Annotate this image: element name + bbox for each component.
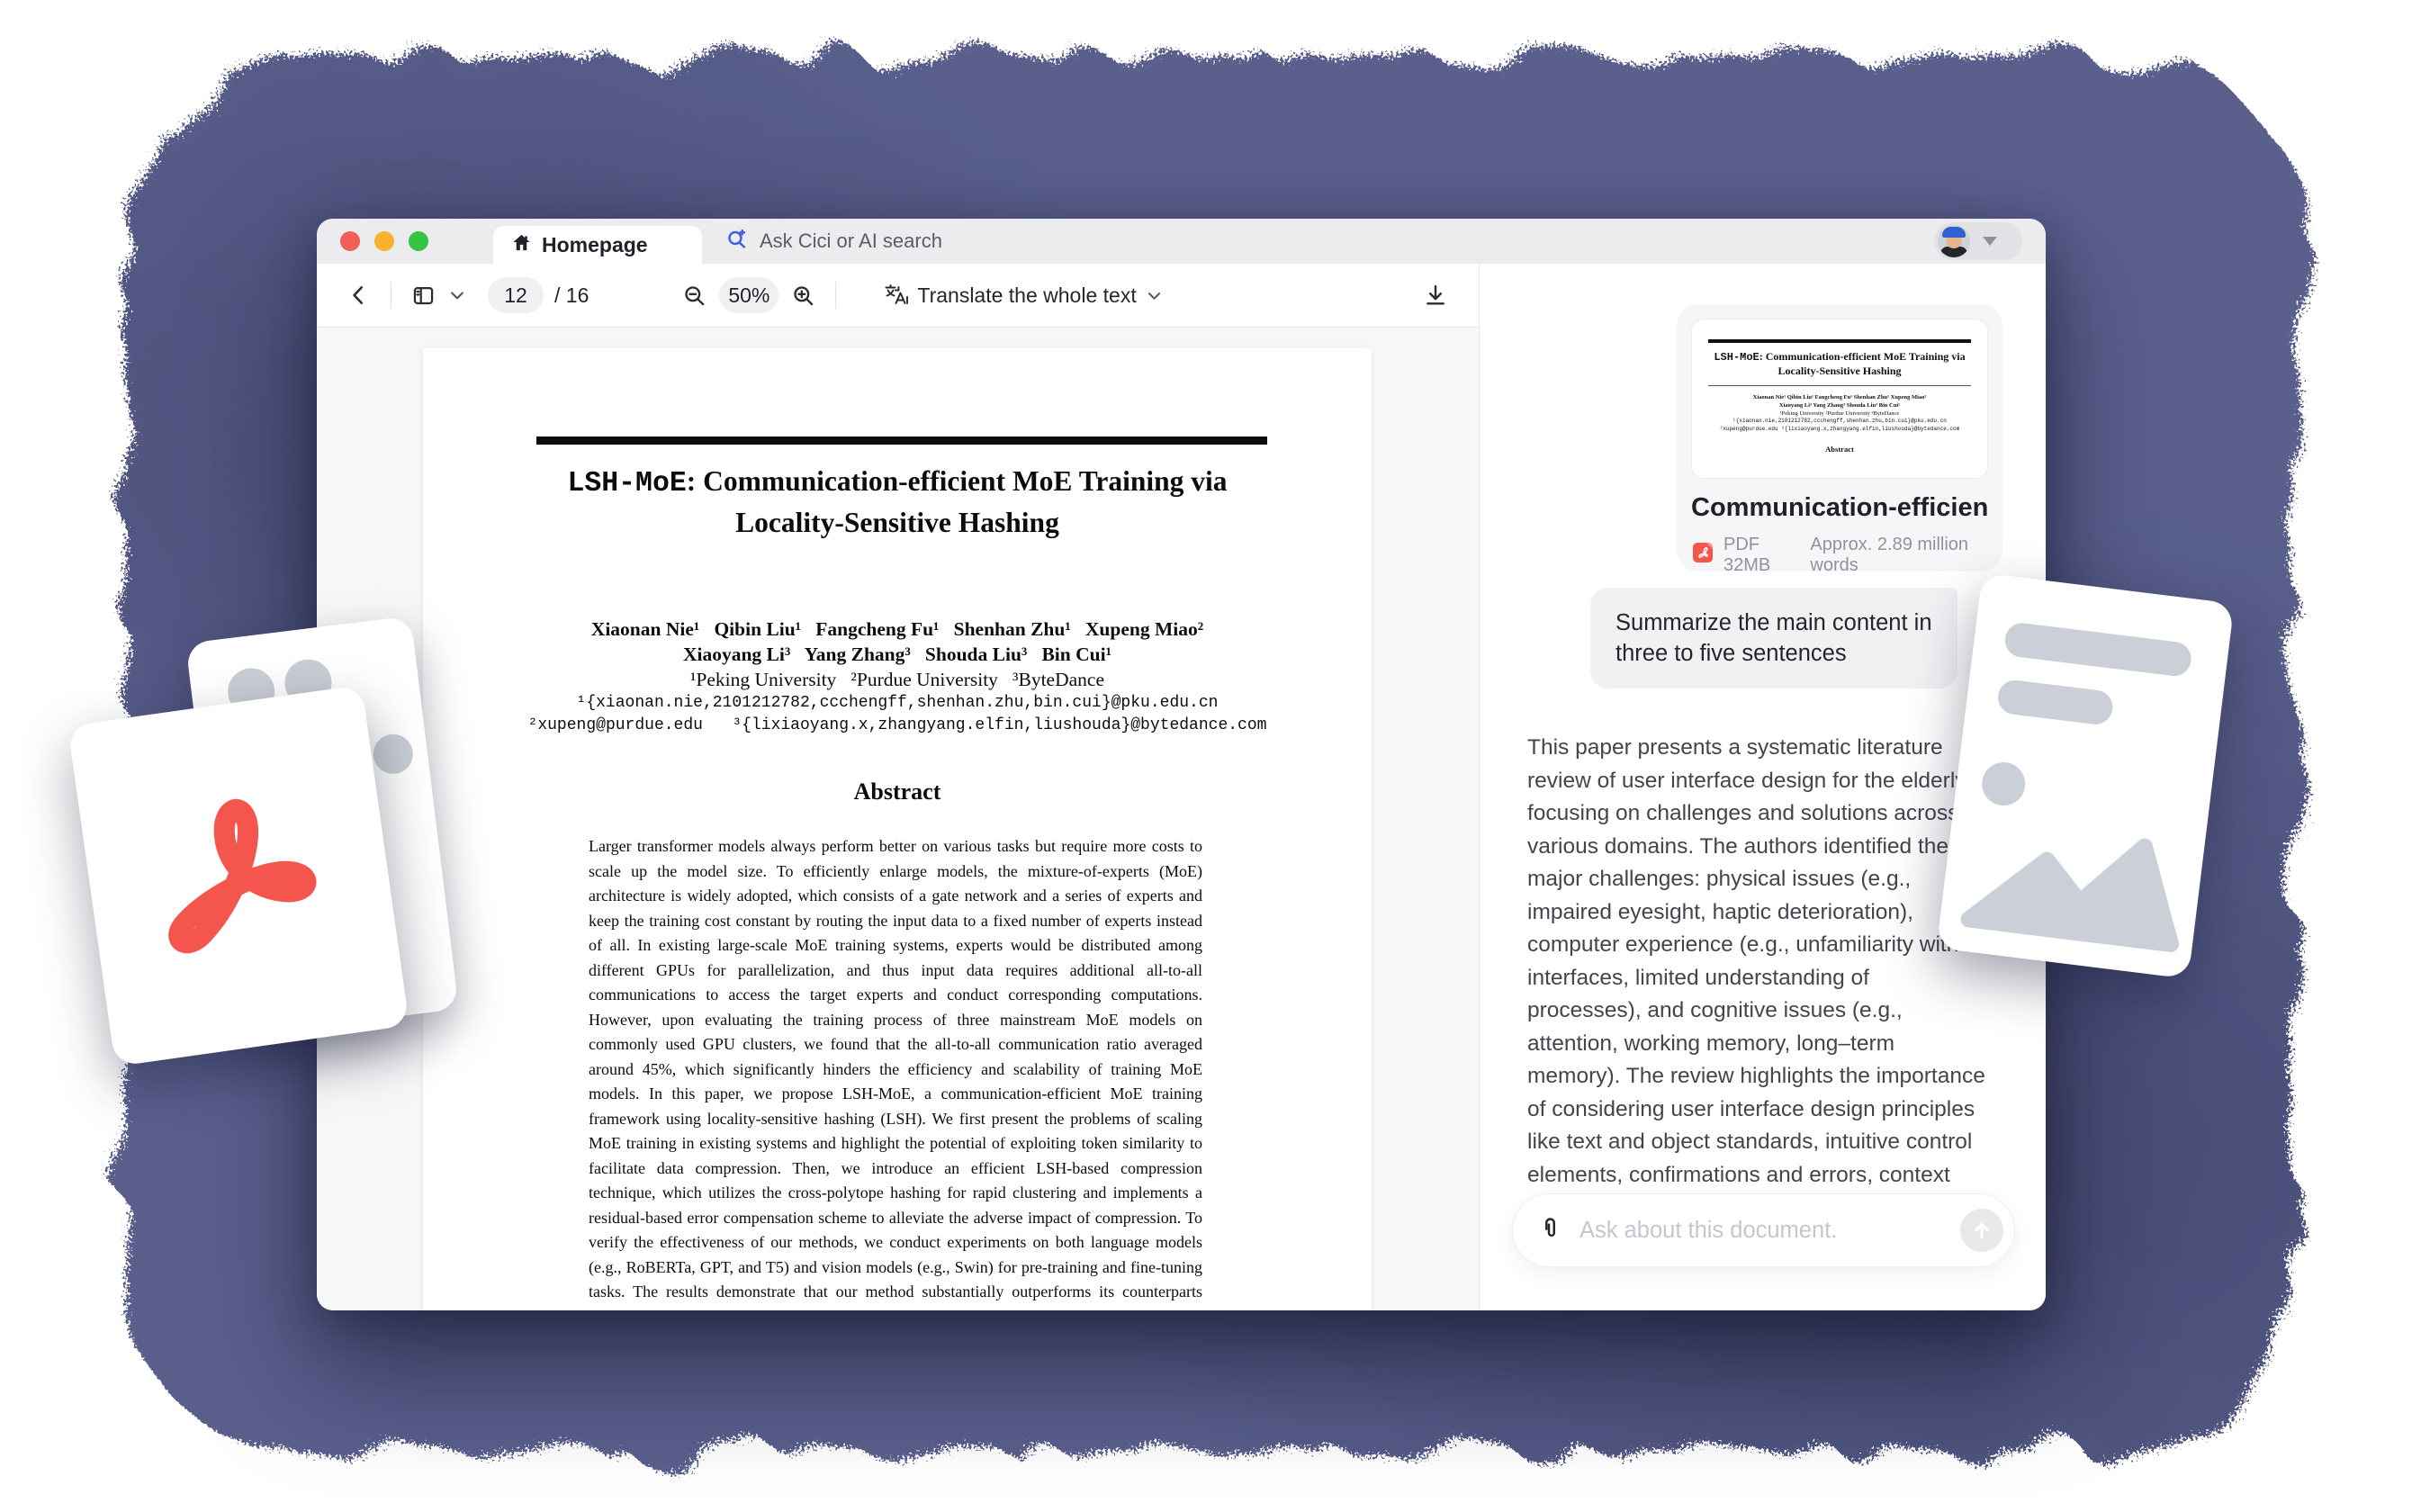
document-thumbnail: LSH-MoE: Communication-efficient MoE Tra…: [1691, 319, 1988, 479]
authors-line: Xiaoyang Li³ Yang Zhang³ Shouda Liu³ Bin…: [423, 642, 1372, 667]
image-placeholder-card: [1936, 572, 2234, 978]
pdf-file-icon: [1691, 541, 1714, 570]
tab-label: Homepage: [542, 233, 648, 257]
ai-response-line: focusing on challenges and solutions acr…: [1527, 797, 1985, 831]
text-bar-placeholder: [2003, 621, 2193, 678]
browser-window: Homepage Ask Cici or AI search: [317, 219, 2046, 1310]
home-icon: [511, 232, 532, 257]
ai-response-line: of considering user interface design pri…: [1527, 1094, 1985, 1127]
thumb-title-prefix: LSH-MoE: [1714, 351, 1759, 364]
document-title: Communication-efficient MoE…: [1691, 493, 1988, 523]
tab-homepage[interactable]: Homepage: [493, 226, 702, 264]
thumb-emails: ²xupeng@purdue.edu ³{lixiaoyang.x,zhangy…: [1692, 426, 1987, 434]
zoom-in-button[interactable]: [791, 284, 815, 308]
search-placeholder-text: Ask Cici or AI search: [760, 230, 942, 253]
chat-input-bar[interactable]: [1512, 1193, 2015, 1267]
zoom-level-value[interactable]: 50%: [719, 277, 778, 313]
ai-response-line: attention, working memory, long–term: [1527, 1028, 1985, 1061]
thumb-emails: ¹{xiaonan.nie,2101212782,ccchengff,shenh…: [1692, 418, 1987, 426]
download-button[interactable]: [1423, 283, 1448, 308]
omnibox-search[interactable]: Ask Cici or AI search: [725, 228, 942, 255]
page-total-label: / 16: [554, 284, 589, 308]
acrobat-pdf-icon: [122, 761, 355, 991]
toolbar-divider: [835, 282, 836, 309]
paperclip-icon[interactable]: [1536, 1215, 1563, 1246]
pdf-page: LSH-MoE: Communication-efficient MoE Tra…: [423, 348, 1372, 1310]
circle-placeholder: [1979, 760, 2027, 807]
ai-response-line: various domains. The authors identified …: [1527, 831, 1985, 864]
chevron-down-icon: [1146, 287, 1163, 304]
affiliations-line: ¹Peking University ²Purdue University ³B…: [423, 667, 1372, 692]
ai-response-line: review of user interface design for the …: [1527, 765, 1985, 798]
circle-placeholder: [371, 732, 415, 776]
translate-label: Translate the whole text: [917, 284, 1136, 308]
abstract-text: Larger transformer models always perform…: [589, 834, 1202, 1310]
pdf-logo-card: [68, 685, 410, 1066]
screenshot-stage: Homepage Ask Cici or AI search: [0, 0, 2430, 1512]
user-message-bubble: Summarize the main content inthree to fi…: [1590, 588, 1958, 688]
minimize-window-button[interactable]: [374, 231, 394, 251]
thumb-abstract-heading: Abstract: [1692, 445, 1987, 454]
toolbar-divider: [391, 282, 392, 309]
emails-line: ¹{xiaonan.nie,2101212782,ccchengff,shenh…: [423, 692, 1372, 715]
translate-button[interactable]: Translate the whole text: [878, 281, 1167, 310]
pdf-viewer[interactable]: LSH-MoE: Communication-efficient MoE Tra…: [317, 328, 1479, 1310]
paper-title-rest: : Communication-efficient MoE Training v…: [687, 465, 1228, 538]
text-bar-placeholder: [1996, 679, 2115, 726]
ai-response-line: major challenges: physical issues (e.g.,: [1527, 863, 1985, 896]
tab-strip: Homepage Ask Cici or AI search: [317, 219, 2046, 264]
sidebar-toggle-button[interactable]: [411, 284, 436, 308]
ai-response: This paper presents a systematic literat…: [1527, 732, 1985, 1192]
title-rule: [536, 436, 1267, 445]
page-number-input[interactable]: 12: [488, 277, 544, 313]
avatar: [1938, 225, 1970, 257]
send-button[interactable]: [1960, 1209, 2003, 1252]
word-count-label: Approx. 2.89 million words: [1810, 535, 1988, 576]
document-meta: PDF 32MB Approx. 2.89 million words: [1691, 535, 1988, 576]
ai-response-line: elements, confirmations and errors, cont…: [1527, 1159, 1985, 1192]
ai-response-line: memory). The review highlights the impor…: [1527, 1060, 1985, 1094]
ai-search-icon: [725, 228, 748, 255]
thumb-affiliations: ¹Peking University ²Purdue University ³B…: [1692, 410, 1987, 418]
ai-response-line: impaired eyesight, haptic deterioration)…: [1527, 896, 1985, 930]
ai-response-line: interfaces, limited understanding of: [1527, 962, 1985, 995]
paper-title: LSH-MoE: Communication-efficient MoE Tra…: [510, 462, 1284, 542]
back-button[interactable]: [347, 284, 371, 307]
ai-response-line: like text and object standards, intuitiv…: [1527, 1126, 1985, 1159]
chevron-down-icon: [1983, 237, 1997, 246]
thumb-authors: Xiaonan Nie¹ Qibin Liu¹ Fangcheng Fu¹ Sh…: [1692, 393, 1987, 401]
thumb-authors: Xiaoyang Li³ Yang Zhang³ Shouda Liu³ Bin…: [1692, 401, 1987, 410]
user-message-line: Summarize the main content in: [1616, 608, 1932, 638]
zoom-window-button[interactable]: [409, 231, 428, 251]
pdf-toolbar: 12 / 16 50%: [317, 264, 1479, 328]
abstract-heading: Abstract: [423, 778, 1372, 806]
thumbnails-dropdown-button[interactable]: [448, 286, 466, 304]
mountain-image-icon: [1955, 814, 2205, 962]
user-message-line: three to five sentences: [1616, 638, 1932, 669]
account-menu[interactable]: [1934, 222, 2022, 260]
emails-line: ²xupeng@purdue.edu ³{lixiaoyang.x,zhangy…: [423, 715, 1372, 737]
paper-authors: Xiaonan Nie¹ Qibin Liu¹ Fangcheng Fu¹ Sh…: [423, 616, 1372, 737]
ai-response-line: This paper presents a systematic literat…: [1527, 732, 1985, 765]
close-window-button[interactable]: [340, 231, 360, 251]
paper-title-prefix: LSH-MoE: [567, 468, 686, 500]
ai-response-line: processes), and cognitive issues (e.g.,: [1527, 994, 1985, 1028]
translate-icon: [883, 282, 908, 310]
authors-line: Xiaonan Nie¹ Qibin Liu¹ Fangcheng Fu¹ Sh…: [423, 616, 1372, 642]
zoom-out-button[interactable]: [682, 284, 706, 308]
document-card[interactable]: LSH-MoE: Communication-efficient MoE Tra…: [1677, 304, 2002, 572]
chat-input[interactable]: [1578, 1217, 1960, 1245]
file-size-label: PDF 32MB: [1724, 535, 1797, 576]
thumb-title-rest: : Communication-efficient MoE Training v…: [1760, 350, 1966, 377]
traffic-lights: [340, 231, 428, 251]
ai-response-line: computer experience (e.g., unfamiliarity…: [1527, 929, 1985, 962]
